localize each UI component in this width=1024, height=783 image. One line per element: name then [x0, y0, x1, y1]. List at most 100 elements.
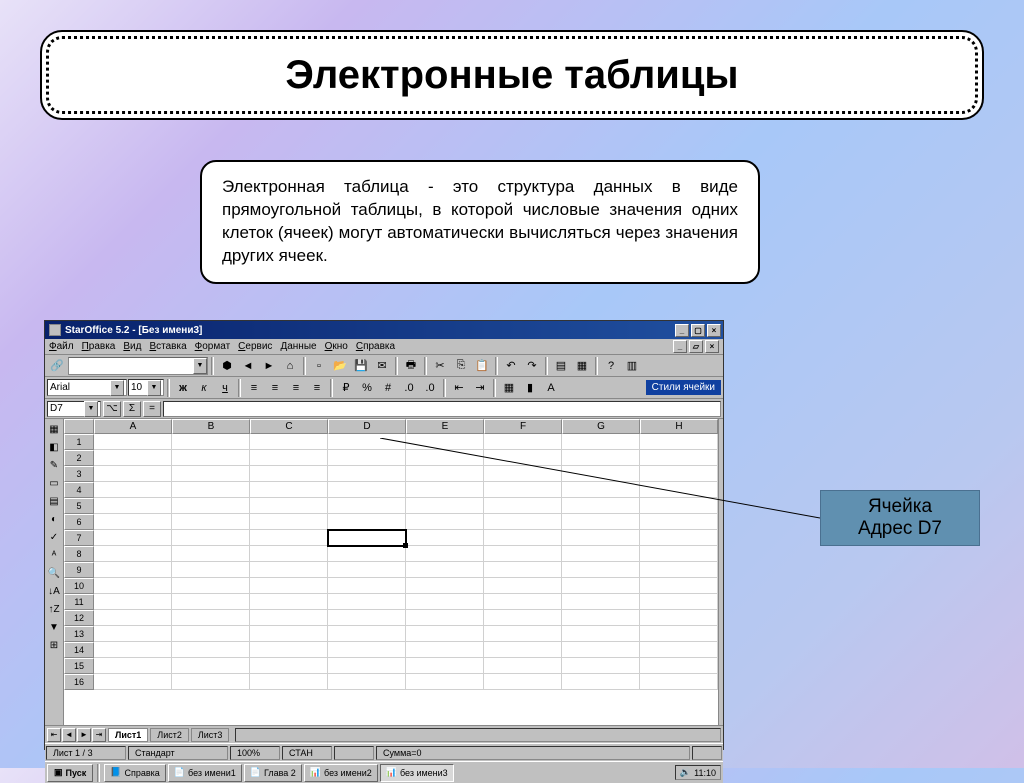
filter-icon[interactable]: ▼ — [45, 619, 63, 636]
cell-B14[interactable] — [172, 642, 250, 658]
italic-button[interactable]: к — [194, 379, 214, 397]
dec-dec-icon[interactable]: .0 — [420, 379, 440, 397]
cell-H7[interactable] — [640, 530, 718, 546]
cell-D12[interactable] — [328, 610, 406, 626]
print-icon[interactable]: 🖶 — [401, 357, 421, 375]
cell-F6[interactable] — [484, 514, 562, 530]
cell-F7[interactable] — [484, 530, 562, 546]
stylist-icon[interactable]: ▦ — [572, 357, 592, 375]
open-icon[interactable]: 📂 — [330, 357, 350, 375]
cell-F10[interactable] — [484, 578, 562, 594]
cell-B10[interactable] — [172, 578, 250, 594]
horizontal-scrollbar[interactable] — [235, 728, 721, 742]
cell-A3[interactable] — [94, 466, 172, 482]
cell-H1[interactable] — [640, 434, 718, 450]
cell-F5[interactable] — [484, 498, 562, 514]
grid-body[interactable]: 12345678910111213141516 — [64, 434, 718, 725]
cell-D15[interactable] — [328, 658, 406, 674]
cell-D5[interactable] — [328, 498, 406, 514]
cell-D1[interactable] — [328, 434, 406, 450]
cell-C1[interactable] — [250, 434, 328, 450]
menu-file[interactable]: Файл — [49, 341, 74, 352]
col-header-G[interactable]: G — [562, 419, 640, 434]
cell-F16[interactable] — [484, 674, 562, 690]
cell-C11[interactable] — [250, 594, 328, 610]
gallery-icon[interactable]: ▥ — [622, 357, 642, 375]
cell-G14[interactable] — [562, 642, 640, 658]
cell-H10[interactable] — [640, 578, 718, 594]
cell-E14[interactable] — [406, 642, 484, 658]
doc-restore-button[interactable]: ▱ — [689, 340, 703, 353]
row-header[interactable]: 16 — [64, 674, 94, 690]
cell-A9[interactable] — [94, 562, 172, 578]
autoformat-icon[interactable]: ▤ — [45, 493, 63, 510]
font-combo[interactable]: Arial▼ — [47, 379, 127, 396]
new-icon[interactable]: ▫ — [309, 357, 329, 375]
cell-F4[interactable] — [484, 482, 562, 498]
close-button[interactable]: × — [707, 324, 721, 337]
cell-B8[interactable] — [172, 546, 250, 562]
system-tray[interactable]: 🔊 11:10 — [675, 765, 721, 780]
row-header[interactable]: 14 — [64, 642, 94, 658]
minimize-button[interactable]: _ — [675, 324, 689, 337]
cell-G2[interactable] — [562, 450, 640, 466]
row-header[interactable]: 1 — [64, 434, 94, 450]
cell-H9[interactable] — [640, 562, 718, 578]
cell-B15[interactable] — [172, 658, 250, 674]
cell-D9[interactable] — [328, 562, 406, 578]
menu-window[interactable]: Окно — [325, 341, 348, 352]
sort-desc-icon[interactable]: ↑Z — [45, 601, 63, 618]
cell-G12[interactable] — [562, 610, 640, 626]
cell-G13[interactable] — [562, 626, 640, 642]
cell-C16[interactable] — [250, 674, 328, 690]
taskbar-item-chapter2[interactable]: 📄Глава 2 — [244, 764, 302, 782]
sheet-tab-3[interactable]: Лист3 — [191, 728, 230, 742]
col-header-D[interactable]: D — [328, 419, 406, 434]
cell-D4[interactable] — [328, 482, 406, 498]
cell-F3[interactable] — [484, 466, 562, 482]
menu-view[interactable]: Вид — [123, 341, 141, 352]
hyperlink-icon[interactable]: 🔗 — [47, 357, 67, 375]
cell-A8[interactable] — [94, 546, 172, 562]
cell-C10[interactable] — [250, 578, 328, 594]
doc-minimize-button[interactable]: _ — [673, 340, 687, 353]
sort-asc-icon[interactable]: ↓A — [45, 583, 63, 600]
cell-B13[interactable] — [172, 626, 250, 642]
currency-icon[interactable]: ₽ — [336, 379, 356, 397]
cell-H2[interactable] — [640, 450, 718, 466]
cell-F12[interactable] — [484, 610, 562, 626]
cell-F9[interactable] — [484, 562, 562, 578]
cell-G6[interactable] — [562, 514, 640, 530]
cell-D3[interactable] — [328, 466, 406, 482]
col-header-B[interactable]: B — [172, 419, 250, 434]
cell-C3[interactable] — [250, 466, 328, 482]
menu-format[interactable]: Формат — [195, 341, 231, 352]
cell-E8[interactable] — [406, 546, 484, 562]
cell-B7[interactable] — [172, 530, 250, 546]
cell-B2[interactable] — [172, 450, 250, 466]
status-mode[interactable]: СТАН — [282, 746, 332, 760]
cell-A14[interactable] — [94, 642, 172, 658]
cell-H12[interactable] — [640, 610, 718, 626]
navigator-icon[interactable]: ▤ — [551, 357, 571, 375]
cell-C7[interactable] — [250, 530, 328, 546]
cell-B11[interactable] — [172, 594, 250, 610]
cell-B4[interactable] — [172, 482, 250, 498]
menu-tools[interactable]: Сервис — [238, 341, 272, 352]
row-header[interactable]: 6 — [64, 514, 94, 530]
mail-icon[interactable]: ✉ — [372, 357, 392, 375]
cell-A16[interactable] — [94, 674, 172, 690]
row-header[interactable]: 7 — [64, 530, 94, 546]
cell-D16[interactable] — [328, 674, 406, 690]
cell-D7[interactable] — [328, 530, 406, 546]
cell-E12[interactable] — [406, 610, 484, 626]
cell-D6[interactable] — [328, 514, 406, 530]
cell-E1[interactable] — [406, 434, 484, 450]
cell-A13[interactable] — [94, 626, 172, 642]
nav-right-icon[interactable]: ► — [259, 357, 279, 375]
row-header[interactable]: 10 — [64, 578, 94, 594]
cell-E2[interactable] — [406, 450, 484, 466]
menu-edit[interactable]: Правка — [82, 341, 116, 352]
cell-B3[interactable] — [172, 466, 250, 482]
cell-D10[interactable] — [328, 578, 406, 594]
